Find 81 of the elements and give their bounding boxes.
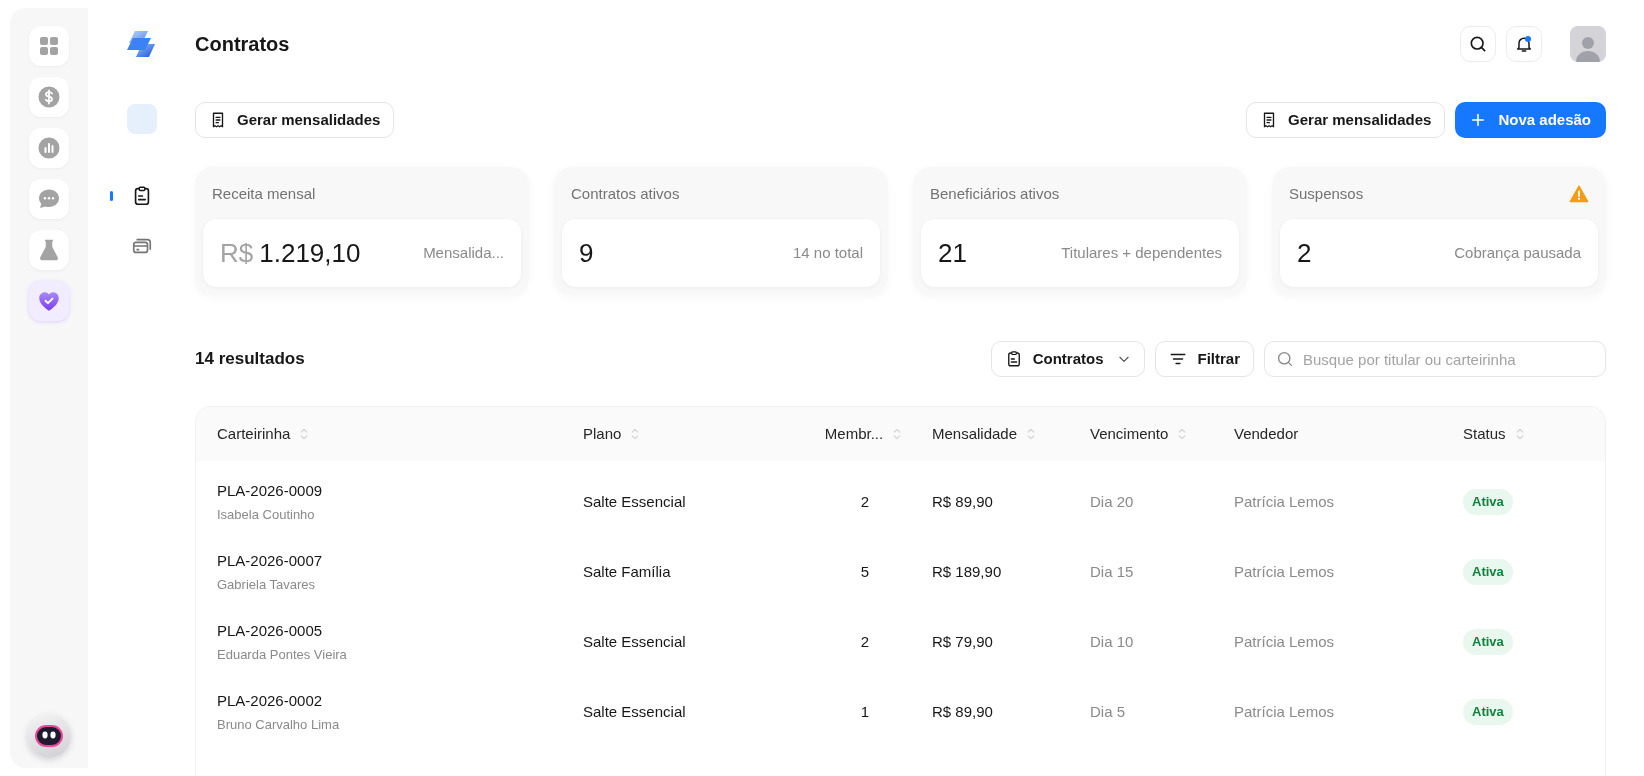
new-enrollment-button[interactable]: Nova adesão <box>1455 102 1606 138</box>
dollar-coin-icon <box>37 85 61 109</box>
filter-button[interactable]: Filtrar <box>1155 341 1254 377</box>
card-number: PLA-2026-0007 <box>217 551 324 571</box>
page-title: Contratos <box>195 32 290 57</box>
status-badge: Ativa <box>1463 489 1513 515</box>
logo-icon <box>126 30 157 58</box>
stat-note: 14 no total <box>792 242 863 263</box>
table-cell-text: R$ 189,90 <box>932 561 1003 582</box>
view-dropdown[interactable]: Contratos <box>990 341 1146 377</box>
column-header[interactable]: Vendedor <box>1234 422 1299 446</box>
stat-label: Receita mensal <box>212 183 316 204</box>
card-number: PLA-2026-0002 <box>217 691 324 711</box>
table-cell-text: Dia 5 <box>1090 701 1127 722</box>
notifications-button[interactable] <box>1506 26 1542 62</box>
rail-button[interactable] <box>29 230 69 270</box>
rail-button[interactable] <box>29 281 69 321</box>
status-badge: Ativa <box>1463 559 1513 585</box>
table-cell-text: Salte Essencial <box>583 701 687 722</box>
status-badge: Ativa <box>1463 629 1513 655</box>
stat-label: Suspensos <box>1289 183 1364 204</box>
column-header[interactable]: Carteirinha <box>217 422 291 446</box>
rail-button[interactable] <box>29 26 69 66</box>
currency-symbol: R$ <box>220 236 254 270</box>
stat-value: 9 <box>579 236 594 270</box>
table-cell-text: R$ 89,90 <box>932 491 994 512</box>
assistant-bot-icon[interactable] <box>27 714 71 758</box>
column-header[interactable]: Status <box>1463 422 1506 446</box>
card-number: PLA-2026-0009 <box>217 481 324 501</box>
stat-note: Cobrança pausada <box>1454 242 1581 263</box>
plus-icon <box>1470 112 1487 128</box>
bell-icon <box>1514 34 1534 54</box>
table-cell-text: Dia 15 <box>1090 561 1135 582</box>
flask-icon <box>37 238 61 262</box>
holder-name: Eduarda Pontes Vieira <box>217 645 348 664</box>
rail-button[interactable] <box>29 128 69 168</box>
rail-button[interactable] <box>29 179 69 219</box>
table-cell-text: Salte Essencial <box>583 491 687 512</box>
card-number: PLA-2026-0005 <box>217 621 324 641</box>
rail-button[interactable] <box>29 77 69 117</box>
column-header[interactable]: Membr... <box>824 422 884 446</box>
search-icon <box>1468 34 1488 54</box>
chat-bubble-icon <box>37 187 61 211</box>
table-cell-text: Salte Família <box>583 561 672 582</box>
table-cell-text: Patrícia Lemos <box>1234 561 1336 582</box>
table-cell-text: Salte Essencial <box>583 631 687 652</box>
stat-value: 1.219,10 <box>259 236 361 270</box>
table-cell-text: Patrícia Lemos <box>1234 491 1336 512</box>
holder-name: Gabriela Tavares <box>217 575 317 594</box>
status-badge: Ativa <box>1463 699 1513 725</box>
table-cell-text: 2 <box>860 491 870 512</box>
search-button[interactable] <box>1460 26 1496 62</box>
grid-icon <box>37 34 61 58</box>
generate-fees-button[interactable]: Gerar mensalidades <box>1246 102 1446 138</box>
stat-note: Mensalida... <box>423 242 504 263</box>
stat-label: Beneficiários ativos <box>930 183 1060 204</box>
stat-label: Contratos ativos <box>571 183 680 204</box>
table-cell-text: R$ 79,90 <box>932 631 994 652</box>
workspace-tile[interactable] <box>126 104 157 134</box>
holder-name: Bruno Carvalho Lima <box>217 715 341 734</box>
table-cell-text: Dia 20 <box>1090 491 1135 512</box>
table-cell-text: 1 <box>860 701 870 722</box>
column-header[interactable]: Plano <box>583 422 622 446</box>
table-cell-text: 2 <box>860 631 870 652</box>
table-cell-text: 5 <box>860 561 870 582</box>
table-cell-text: Patrícia Lemos <box>1234 701 1336 722</box>
table-cell-text: Patrícia Lemos <box>1234 631 1336 652</box>
table-cell-text: Dia 10 <box>1090 631 1135 652</box>
column-header[interactable]: Vencimento <box>1090 422 1169 446</box>
stat-value: 21 <box>938 236 967 270</box>
table-cell-text: R$ 89,90 <box>932 701 994 722</box>
stat-note: Titulares + dependentes <box>1061 242 1222 263</box>
holder-name: Isabela Coutinho <box>217 505 316 524</box>
bar-chart-icon <box>37 136 61 160</box>
column-header[interactable]: Mensalidade <box>932 422 1018 446</box>
results-count: 14 resultados <box>195 348 305 371</box>
generate-fees-button[interactable]: Gerar mensalidades <box>195 102 395 138</box>
avatar[interactable] <box>1570 26 1606 62</box>
stat-value: 2 <box>1297 236 1312 270</box>
search-field[interactable]: Busque por titular ou carteirinha <box>1264 341 1606 377</box>
search-icon <box>1276 350 1294 368</box>
